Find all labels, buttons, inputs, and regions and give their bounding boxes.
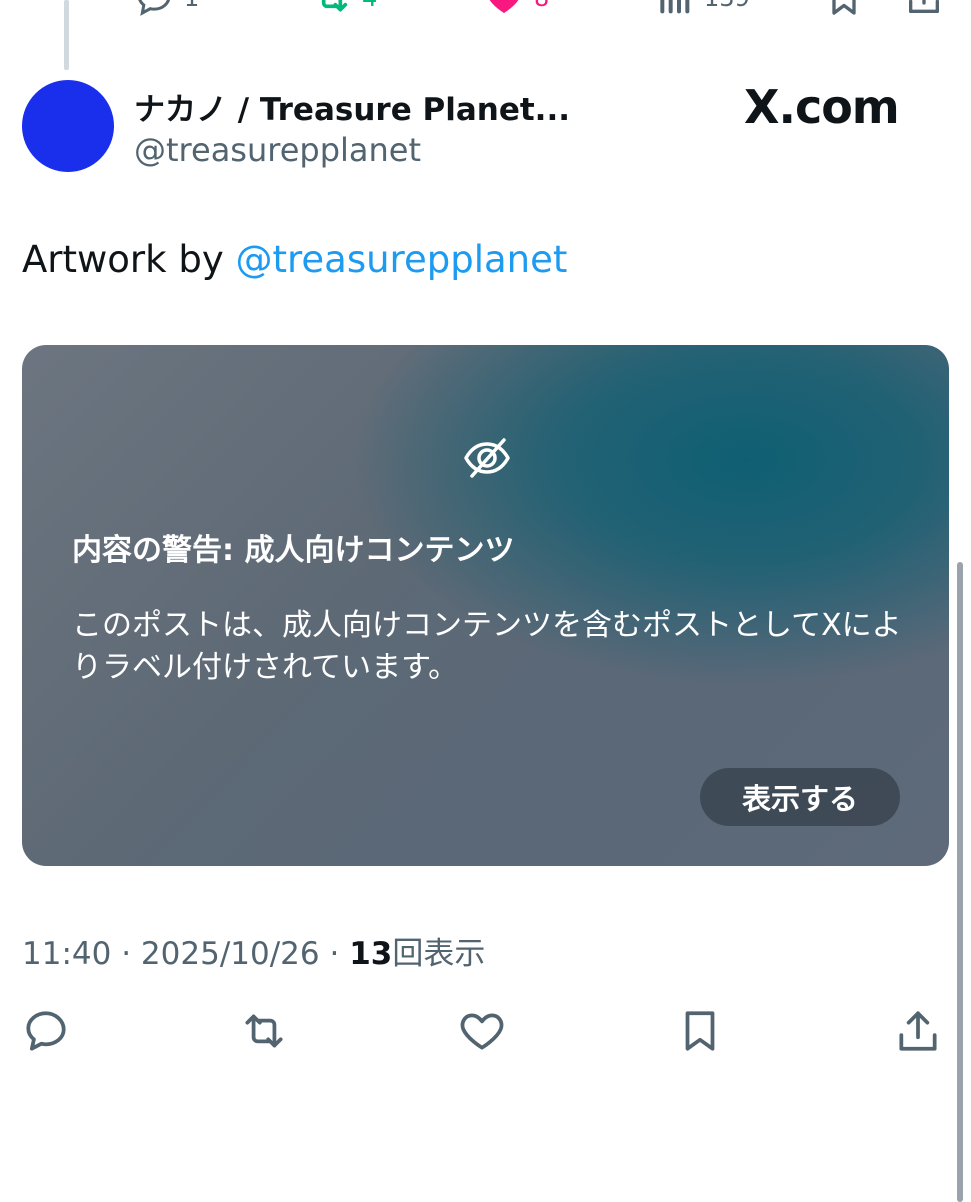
bookmark-icon <box>832 0 856 15</box>
show-content-button[interactable]: 表示する <box>700 768 900 826</box>
previous-repost-action[interactable]: 4 <box>312 0 377 18</box>
previous-like-action[interactable]: 8 <box>484 0 549 18</box>
heart-icon <box>460 1013 504 1050</box>
meta-separator: · <box>329 936 340 972</box>
repost-button[interactable] <box>238 1005 290 1057</box>
previous-like-count: 8 <box>534 0 549 12</box>
post-action-bar <box>0 1005 971 1065</box>
share-icon <box>899 1011 937 1051</box>
like-button[interactable] <box>456 1005 508 1057</box>
previous-views-action[interactable]: 139 <box>654 0 750 18</box>
share-button[interactable] <box>892 1005 944 1057</box>
previous-repost-count: 4 <box>362 0 377 12</box>
user-handle[interactable]: @treasurepplanet <box>134 131 421 169</box>
repost-icon <box>245 1014 283 1048</box>
bookmark-icon <box>685 1011 715 1051</box>
post-text: Artwork by @treasurepplanet <box>22 238 567 281</box>
repost-icon <box>321 0 348 12</box>
scrollbar[interactable] <box>957 562 963 1202</box>
eye-slash-icon <box>464 438 510 478</box>
mention-link[interactable]: @treasurepplanet <box>235 238 567 281</box>
sensitive-media-card: 内容の警告: 成人向けコンテンツ このポストは、成人向けコンテンツを含むポストと… <box>22 345 949 866</box>
post-date[interactable]: 2025/10/26 <box>141 936 320 972</box>
post-time[interactable]: 11:40 <box>22 936 111 972</box>
meta-separator: · <box>121 936 132 972</box>
reply-button[interactable] <box>20 1005 72 1057</box>
previous-bookmark-action[interactable] <box>824 0 864 18</box>
reply-icon <box>26 1011 66 1051</box>
display-name[interactable]: ナカノ / Treasure Planet... <box>134 84 570 129</box>
avatar[interactable] <box>22 80 114 172</box>
previous-reply-count: 1 <box>184 0 199 12</box>
post-metadata: 11:40 · 2025/10/26 · 13回表示 <box>22 928 485 973</box>
views-icon <box>660 0 690 14</box>
previous-view-count: 139 <box>704 0 750 12</box>
bookmark-button[interactable] <box>674 1005 726 1057</box>
previous-reply-action[interactable]: 1 <box>134 0 199 18</box>
reply-icon <box>138 0 170 16</box>
heart-icon <box>489 0 519 13</box>
source-logo: X.com <box>744 80 900 134</box>
views-label: 回表示 <box>392 936 486 972</box>
post-text-prefix: Artwork by <box>22 238 236 281</box>
previous-share-action[interactable] <box>904 0 944 18</box>
thread-connector-line <box>64 0 69 70</box>
warning-title: 内容の警告: 成人向けコンテンツ <box>72 533 515 568</box>
share-icon <box>909 0 939 13</box>
views-count: 13 <box>349 936 393 972</box>
previous-post-actions: 1 4 8 139 <box>0 0 971 18</box>
warning-body: このポストは、成人向けコンテンツを含むポストとしてXによりラベル付けされています… <box>72 608 902 685</box>
